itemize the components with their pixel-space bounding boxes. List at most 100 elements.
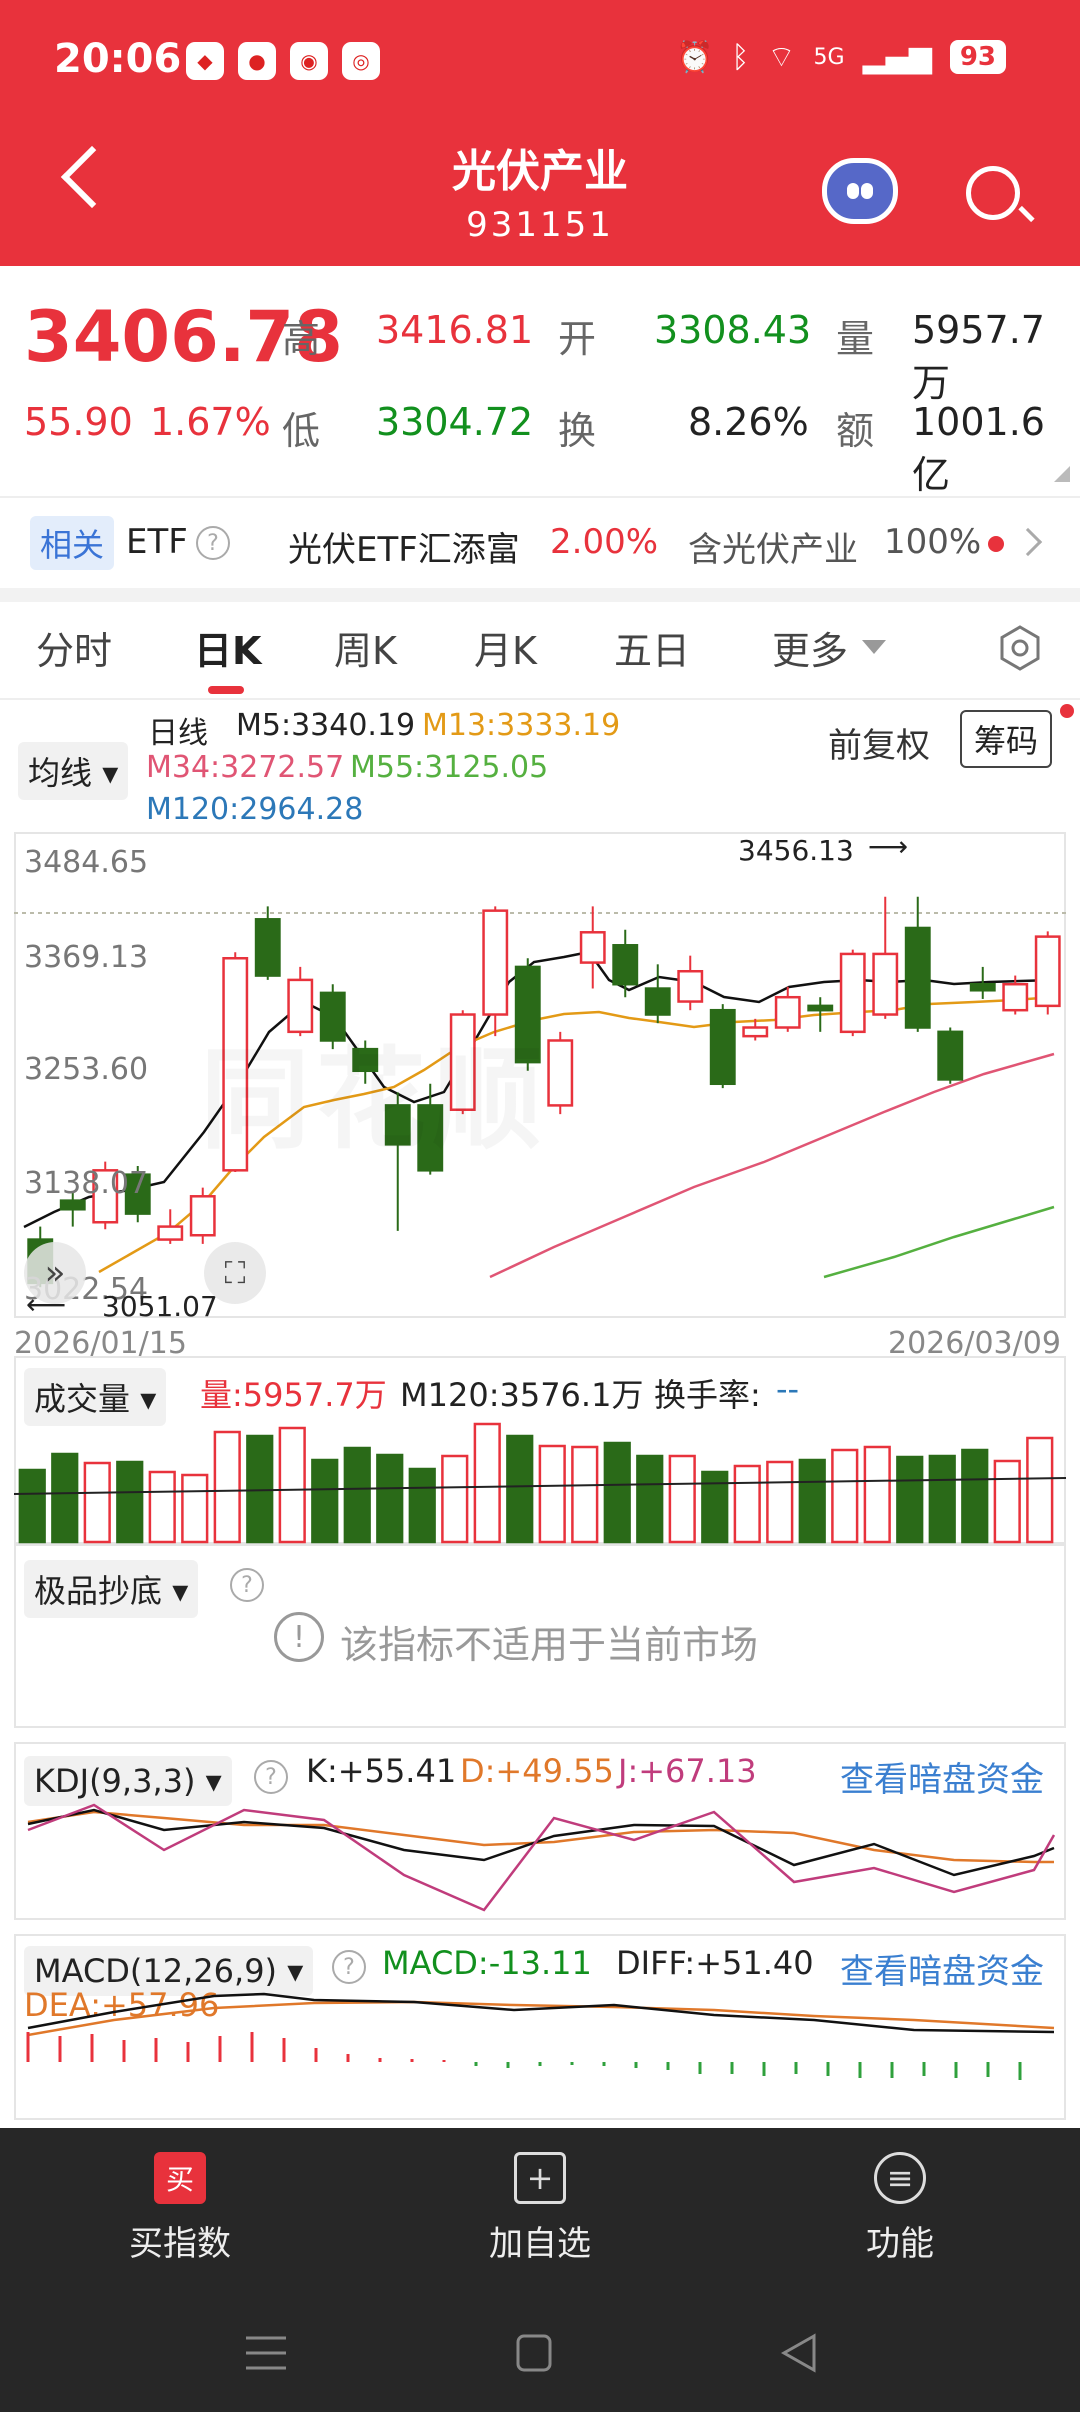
home-icon[interactable] [504,2328,564,2378]
candle-body [937,1030,964,1081]
red-dot-icon [1060,704,1074,718]
y-label: 3369.13 [24,940,149,975]
menu-icon: ≡ [874,2152,926,2204]
scroll-forward-icon[interactable]: » [24,1242,86,1304]
candle-body [254,918,281,977]
volume-bar [1026,1436,1054,1544]
indicator-dropdown[interactable]: 均线 ▾ [18,742,129,800]
bottom-indicator-dropdown[interactable]: 极品抄底 ▾ [24,1560,199,1618]
expand-corner-icon[interactable] [1054,466,1070,482]
min-price-note: 3051.07 [102,1290,218,1323]
alarm-icon: ⏰ [675,39,714,75]
divider [0,496,1080,498]
fullscreen-icon[interactable]: ⛶ [204,1242,266,1304]
max-price-note: 3456.13 [738,834,854,867]
volume-bar [636,1454,664,1544]
candle-body [1034,935,1061,1008]
kdj-dropdown[interactable]: KDJ(9,3,3) ▾ [24,1756,232,1806]
search-icon[interactable] [966,166,1020,220]
nav-buy-index[interactable]: 买 买指数 [70,2152,290,2265]
candle-body [1002,982,1029,1012]
volume-bar [148,1470,176,1544]
price-change: 55.90 [24,400,133,444]
high-label: 高 [282,317,321,361]
candle-body [774,995,801,1029]
adjust-label[interactable]: 前复权 [828,718,930,767]
nav-add-watchlist[interactable]: + 加自选 [430,2152,650,2265]
recent-apps-icon[interactable] [236,2328,296,2378]
volume-bar [213,1430,241,1544]
nav-label: 加自选 [489,2224,591,2264]
dark-pool-link[interactable]: 查看暗盘资金 [840,1752,1044,1801]
volume-bar [116,1460,144,1544]
candle-body [807,1004,834,1012]
wifi-icon: ⌔ [767,40,796,75]
volume-bar [766,1460,794,1544]
page-title: 光伏产业 [452,146,628,197]
buy-icon: 买 [154,2152,206,2204]
volume-bar [51,1452,79,1544]
nav-label: 买指数 [129,2224,231,2264]
help-icon[interactable]: ? [254,1760,288,1794]
turnover-value: 8.26% [688,400,809,444]
top-bar: 20:06 ◆ ● ◉ ◎ ⏰ ᛒ ⌔ 5G ▂▄▆ 93 光伏产业 93115… [0,0,1080,266]
assistant-robot-icon[interactable] [822,158,898,224]
nav-functions[interactable]: ≡ 功能 [790,2152,1010,2265]
volume-bar [343,1446,371,1544]
amount-label: 额 [836,409,875,453]
y-label: 3253.60 [24,1052,149,1087]
tab-weekly-k[interactable]: 周K [334,620,397,675]
chip-button[interactable]: 筹码 [960,710,1053,768]
dark-pool-link[interactable]: 查看暗盘资金 [840,1944,1044,1993]
amount-value: 1001.6亿 [912,400,1045,497]
bluetooth-icon: ᛒ [731,39,750,75]
help-icon[interactable]: ? [332,1950,366,1984]
candle-body [59,1199,86,1211]
y-label: 3484.65 [24,845,149,880]
macd-value: MACD:-13.11 [382,1944,592,1982]
volume-ma120: M120:3576.1万 [400,1376,644,1414]
volume-bar [603,1441,631,1544]
app-notification-icon: ◉ [290,42,328,80]
macd-chart [26,1992,1055,2080]
price-change-pct: 1.67% [150,400,271,444]
caret-down-icon [862,640,886,654]
tab-more[interactable]: 更多 [772,620,848,675]
low-label: 低 [282,409,321,453]
candle-body [872,952,899,1016]
chevron-right-icon[interactable] [1013,527,1043,557]
candle-body [189,1195,216,1237]
ma55-line [823,1205,1055,1279]
volume-bar [733,1464,761,1544]
indicator-notice: 该指标不适用于当前市场 [340,1623,759,1667]
ma5-value: M5:3340.19 [236,708,416,743]
tab-intraday[interactable]: 分时 [36,620,112,675]
volume-bar [863,1445,891,1544]
bottom-indicator-label: 极品抄底 [34,1572,163,1610]
volume-chart[interactable] [14,1416,1066,1544]
etf-label: ETF [126,522,188,562]
etf-contains: 含光伏产业 [688,530,858,570]
help-icon[interactable]: ? [230,1568,264,1602]
volume-bar [311,1458,339,1544]
help-icon[interactable]: ? [196,526,230,560]
volume-bar [473,1422,501,1544]
settings-icon[interactable] [996,624,1044,672]
volume-label: 量 [836,317,875,361]
kdj-label: KDJ(9,3,3) [34,1762,196,1800]
tab-five-day[interactable]: 五日 [614,620,690,675]
tab-monthly-k[interactable]: 月K [474,620,537,675]
candle-body [969,982,996,992]
add-icon: + [514,2152,566,2204]
open-value: 3308.43 [654,308,812,352]
volume-bar [668,1454,696,1544]
watermark-logo: 同花顺 [200,1010,548,1170]
ma34-value: M34:3272.57 [146,750,345,785]
battery-indicator: 93 [949,40,1006,74]
nav-label: 功能 [866,2224,934,2264]
tab-daily-k[interactable]: 日K [194,620,261,675]
open-label: 开 [558,317,597,361]
back-nav-icon[interactable] [770,2328,830,2378]
macd-label: MACD(12,26,9) [34,1952,278,1990]
turnover-label: 换 [558,409,597,453]
